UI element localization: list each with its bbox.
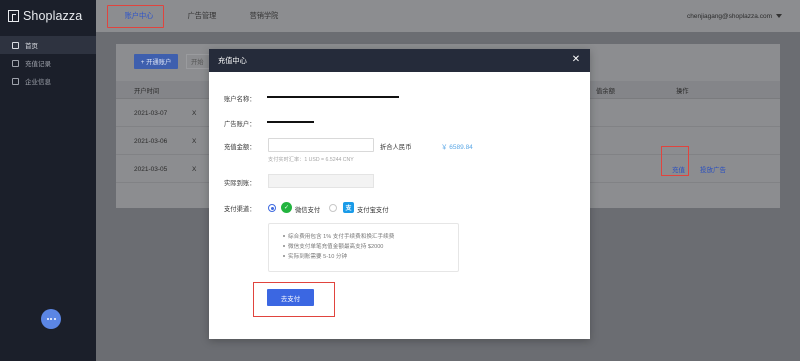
column-balance: 值余额 <box>596 87 615 95</box>
tab-ad-management[interactable]: 广告管理 <box>182 0 222 32</box>
sidebar-item-label: 充值记录 <box>25 61 51 68</box>
open-account-button[interactable]: + 开通账户 <box>134 54 178 69</box>
logo[interactable]: Shoplazza <box>8 9 82 23</box>
top-bar: 账户中心 广告管理 营销学院 chenjiagang@shoplazza.com <box>96 0 800 32</box>
highlight-box-pay-button <box>253 282 335 317</box>
chat-button[interactable] <box>41 309 61 329</box>
amount-input[interactable] <box>268 138 374 152</box>
sidebar-item-recharge-records[interactable]: 充值记录 <box>0 54 96 72</box>
highlight-box-recharge <box>661 146 689 176</box>
sidebar-item-label: 首页 <box>25 43 38 50</box>
payment-channel-label: 支付渠道： <box>224 206 256 213</box>
actual-amount-label: 实际到账： <box>224 180 256 187</box>
logo-text: Shoplazza <box>23 9 83 23</box>
row-date: 2021-03-06 <box>134 137 168 145</box>
home-icon <box>12 41 19 49</box>
cny-label: 折合人民币 <box>380 144 412 151</box>
caret-down-icon <box>776 14 782 18</box>
alipay-radio[interactable] <box>329 204 337 212</box>
exchange-rate-note: 支付实时汇率：1 USD = 6.5244 CNY <box>268 157 354 163</box>
alipay-label[interactable]: 支付宝支付 <box>357 205 388 214</box>
wechat-pay-radio[interactable] <box>268 204 276 212</box>
row-cell: X <box>192 109 197 117</box>
alipay-icon: 支 <box>343 202 354 213</box>
highlight-box-account-tab <box>107 5 164 28</box>
company-icon <box>12 77 19 85</box>
notice-item: 实际到账需要 5-10 分钟 <box>283 252 458 262</box>
sidebar-item-company-info[interactable]: 企业信息 <box>0 72 96 90</box>
sidebar-item-label: 企业信息 <box>25 79 51 86</box>
chat-icon <box>46 318 56 320</box>
account-name-redacted <box>267 96 399 98</box>
ad-account-redacted <box>267 121 314 123</box>
amount-label: 充值金额： <box>224 144 256 151</box>
notice-item: 综合费用包含 1% 支付手续费和换汇手续费 <box>283 232 458 242</box>
user-email: chenjiagang@shoplazza.com <box>686 12 772 20</box>
wechat-pay-icon: ✓ <box>281 202 292 213</box>
record-icon <box>12 59 19 67</box>
account-name-label: 账户名称： <box>224 96 256 103</box>
row-cell: X <box>192 165 197 173</box>
actual-amount-field <box>268 174 374 188</box>
ad-account-label: 广告账户： <box>224 121 256 128</box>
user-menu[interactable]: chenjiagang@shoplazza.com <box>687 0 782 32</box>
modal-header: 充值中心 ✕ <box>209 49 590 72</box>
sidebar-item-home[interactable]: 首页 <box>0 36 96 54</box>
notice-item: 微信支付单笔充值金额最高支持 $2000 <box>283 242 458 252</box>
row-date: 2021-03-05 <box>134 165 168 173</box>
place-ads-link[interactable]: 投放广告 <box>700 155 726 183</box>
tab-marketing-academy[interactable]: 营销学院 <box>239 0 289 32</box>
column-actions: 操作 <box>676 87 689 95</box>
column-open-time: 开户时间 <box>134 87 160 95</box>
modal-title: 充值中心 <box>218 55 247 65</box>
sidebar: Shoplazza 首页 充值记录 企业信息 <box>0 0 96 361</box>
cny-value: ￥ 6589.84 <box>441 144 473 151</box>
row-date: 2021-03-07 <box>134 109 168 117</box>
row-cell: X <box>192 137 197 145</box>
close-icon[interactable]: ✕ <box>570 54 582 66</box>
logo-icon <box>8 10 19 22</box>
wechat-pay-label[interactable]: 微信支付 <box>295 205 320 214</box>
sidebar-menu: 首页 充值记录 企业信息 <box>0 36 96 90</box>
payment-notice-box: 综合费用包含 1% 支付手续费和换汇手续费 微信支付单笔充值金额最高支持 $20… <box>268 223 459 272</box>
